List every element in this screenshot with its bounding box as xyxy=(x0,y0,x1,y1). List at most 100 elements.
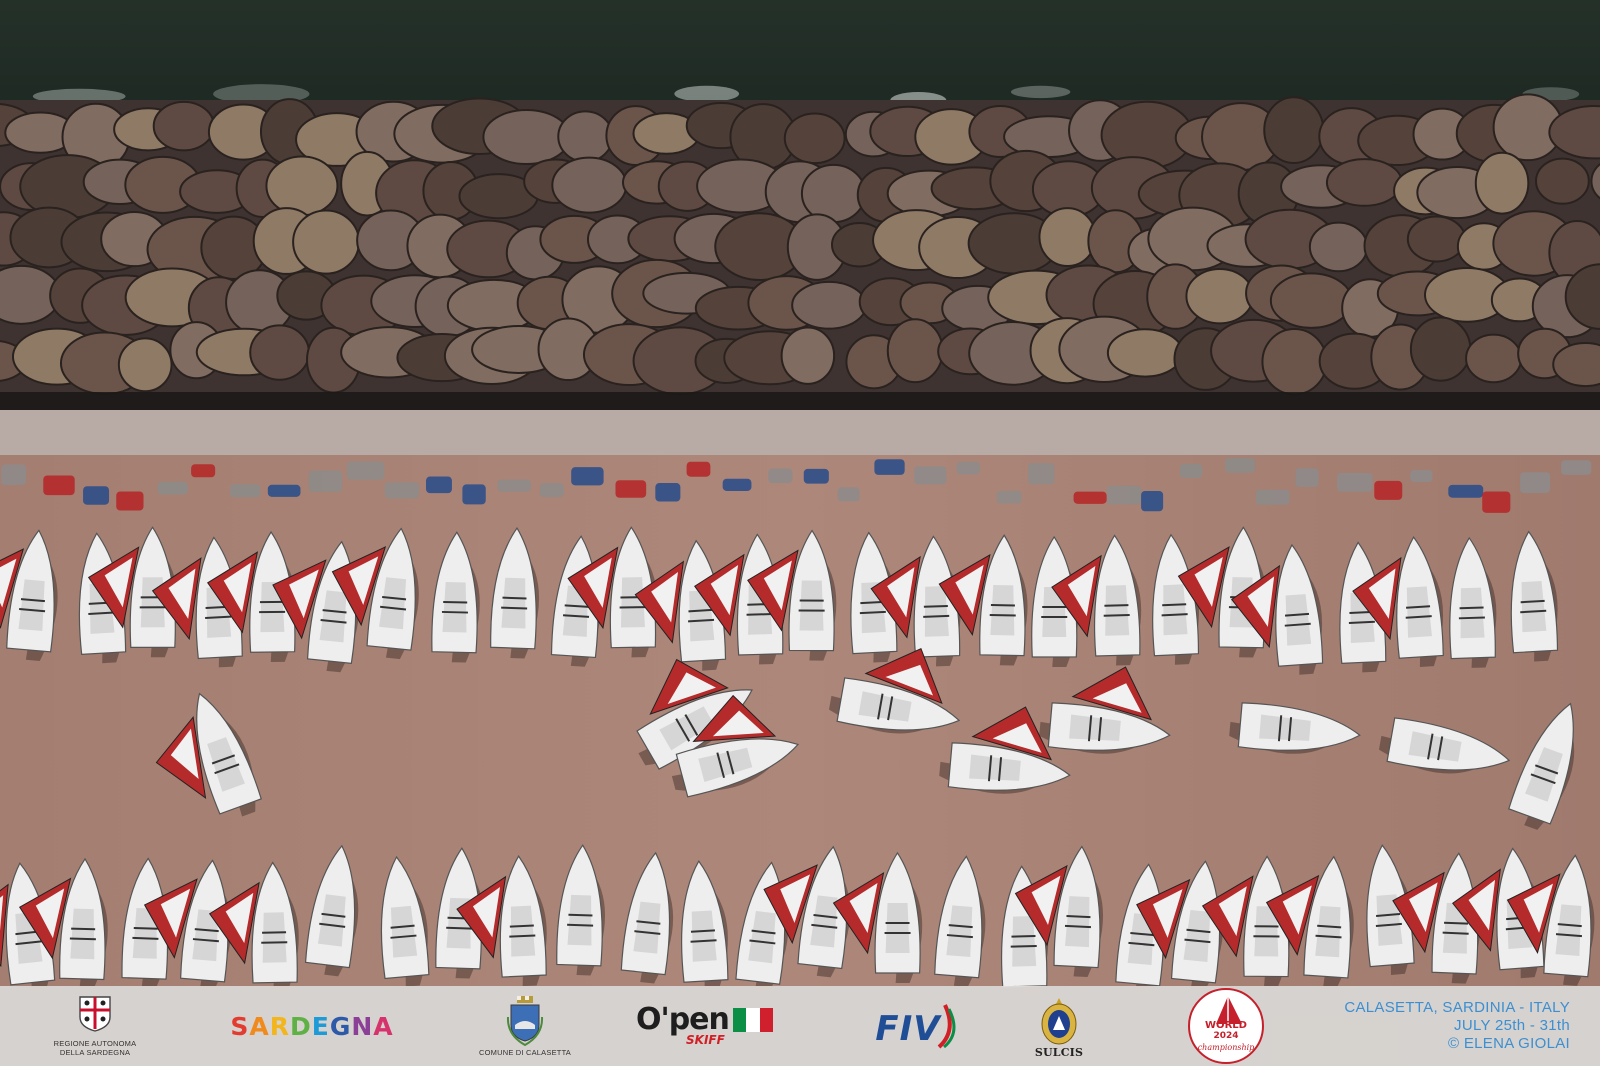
rock xyxy=(1325,158,1403,207)
boat-cockpit xyxy=(567,894,592,946)
boat-stripe xyxy=(441,610,468,614)
sail-bag xyxy=(1561,460,1592,475)
boat-cockpit xyxy=(1012,916,1037,967)
sail-bag xyxy=(462,484,486,505)
rock xyxy=(1308,221,1369,273)
boat-stripe xyxy=(1064,924,1092,929)
sardegna-logo: SARDEGNA xyxy=(222,986,402,1066)
boat-stripe xyxy=(69,937,96,941)
sail-bag xyxy=(956,461,980,475)
boat-stripe xyxy=(443,600,468,604)
sail-bag xyxy=(191,464,216,478)
boat-stripe xyxy=(133,926,158,930)
italian-flag-icon xyxy=(732,1008,773,1032)
rock xyxy=(1409,316,1472,382)
worlds-sub: championship xyxy=(1197,1042,1255,1052)
boat-stripe xyxy=(1458,616,1485,620)
boat-stripe xyxy=(71,927,96,931)
boat-stripe xyxy=(205,615,232,620)
sail-bag xyxy=(1520,472,1551,494)
open-skiff-logo: O'pen SKIFF xyxy=(636,986,786,1066)
boat-stripe xyxy=(1066,914,1091,919)
boat-stripe xyxy=(446,926,473,930)
rock xyxy=(249,324,310,381)
fiv-logo: FIV xyxy=(862,986,972,1066)
comune-logo: COMUNE DI CALASETTA xyxy=(470,986,580,1066)
worlds-logo: WORLD 2024 championship xyxy=(1186,986,1266,1066)
rock xyxy=(482,108,571,166)
sail-bag xyxy=(1225,458,1256,473)
sail-bag xyxy=(686,461,711,477)
sail-bag xyxy=(384,482,420,499)
sail-bag xyxy=(803,468,829,484)
boat-stripe xyxy=(502,596,527,600)
boat-stripe xyxy=(1010,945,1037,948)
skiff-wordmark: SKIFF xyxy=(686,1033,725,1047)
rock xyxy=(783,112,846,165)
boat-cockpit xyxy=(799,580,824,631)
sail-bag xyxy=(1337,472,1373,492)
sail-bag xyxy=(1410,469,1433,483)
fiv-wordmark: FIV xyxy=(875,1009,941,1049)
boat-cockpit xyxy=(501,577,526,629)
sail-bag xyxy=(267,484,301,497)
sail-bag xyxy=(1141,490,1164,512)
rock xyxy=(1038,207,1097,267)
sail-bag xyxy=(1448,484,1484,498)
boat-stripe xyxy=(132,936,159,940)
sulcis-emblem-icon xyxy=(1041,997,1077,1044)
rock xyxy=(1406,215,1467,263)
rock xyxy=(886,318,944,384)
rock xyxy=(1106,328,1184,378)
rock xyxy=(791,280,867,330)
sail-bag xyxy=(768,468,793,484)
rock xyxy=(1263,96,1325,165)
fiv-sail-icon xyxy=(937,1004,956,1049)
aerial-photo xyxy=(0,0,1600,1066)
sail-bag xyxy=(996,490,1022,504)
sail-bag xyxy=(1179,463,1203,479)
sail-bag xyxy=(83,486,110,505)
boat-cockpit xyxy=(885,902,910,953)
rock xyxy=(551,156,628,214)
sulcis-label: SULCIS xyxy=(1034,1045,1084,1059)
sail-bag xyxy=(874,459,905,475)
boat-cockpit xyxy=(70,908,95,960)
sail-bag xyxy=(914,466,947,485)
region-line2: DELLA SARDEGNA xyxy=(59,1048,131,1057)
boat-stripe xyxy=(1348,620,1375,625)
sail-bag xyxy=(722,478,752,491)
rock xyxy=(152,100,215,152)
boat-stripe xyxy=(509,924,534,928)
boat-stripe xyxy=(746,613,773,616)
seawall-walkway xyxy=(0,410,1600,462)
foam-patch xyxy=(1010,85,1071,99)
boat-cockpit xyxy=(990,585,1015,636)
sail-bag xyxy=(497,479,531,492)
boat-stripe xyxy=(859,610,886,615)
event-info: CALASETTA, SARDINIA - ITALY JULY 25th - … xyxy=(1344,986,1570,1066)
sail-bag xyxy=(1482,491,1511,513)
boat-cockpit xyxy=(1105,585,1130,636)
sail-bag xyxy=(1374,480,1403,500)
region-line1: REGIONE AUTONOMA xyxy=(53,1039,137,1048)
boat-stripe xyxy=(923,604,948,608)
rock xyxy=(292,209,360,275)
sail-bag xyxy=(837,487,860,502)
boat-stripe xyxy=(1104,604,1129,607)
region-logo: REGIONE AUTONOMA DELLA SARDEGNA xyxy=(40,986,150,1066)
rock xyxy=(557,110,614,163)
boat-stripe xyxy=(501,606,528,610)
sail-bag xyxy=(615,480,647,498)
sail-bag xyxy=(425,476,452,494)
rock xyxy=(780,326,836,385)
boat-stripe xyxy=(1459,606,1484,610)
open-wordmark: O'pen xyxy=(636,1002,730,1037)
rock xyxy=(1269,272,1353,329)
foam-patch xyxy=(674,85,740,102)
rock xyxy=(1474,151,1530,215)
sail-bag xyxy=(1,464,27,486)
rock xyxy=(800,163,867,224)
region-shield-icon xyxy=(79,996,111,1032)
boat-stripe xyxy=(509,934,536,938)
